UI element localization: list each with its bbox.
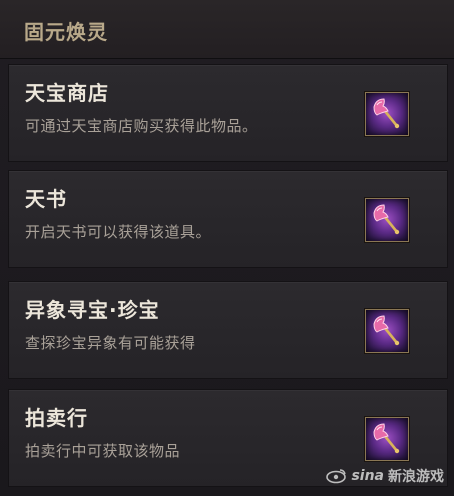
sina-games-watermark: sina 新浪游戏 — [325, 466, 444, 486]
source-item-tianbao-shop[interactable]: 天宝商店 可通过天宝商店购买获得此物品。 — [8, 64, 448, 162]
purple-axe-icon[interactable] — [365, 198, 409, 242]
watermark-text: 新浪游戏 — [388, 469, 444, 485]
panel-header: 固元焕灵 — [0, 0, 454, 59]
source-item-title: 异象寻宝·珍宝 — [25, 298, 160, 322]
purple-axe-icon[interactable] — [365, 417, 409, 461]
source-item-description: 拍卖行中可获取该物品 — [25, 442, 181, 460]
source-item-description: 查探珍宝异象有可能获得 — [25, 334, 196, 352]
source-item-title: 拍卖行 — [25, 406, 88, 430]
purple-axe-icon[interactable] — [365, 309, 409, 353]
purple-axe-icon[interactable] — [365, 92, 409, 136]
watermark-brand: sina — [351, 468, 384, 484]
source-item-treasure-hunt[interactable]: 异象寻宝·珍宝 查探珍宝异象有可能获得 — [8, 281, 448, 379]
item-source-panel: 固元焕灵 天宝商店 可通过天宝商店购买获得此物品。 天书 开启天书可以获得该道具… — [0, 0, 454, 496]
item-name-title: 固元焕灵 — [24, 20, 108, 44]
source-item-tianshu[interactable]: 天书 开启天书可以获得该道具。 — [8, 170, 448, 268]
source-item-description: 可通过天宝商店购买获得此物品。 — [25, 117, 258, 135]
source-item-description: 开启天书可以获得该道具。 — [25, 223, 212, 241]
source-item-title: 天宝商店 — [25, 81, 109, 105]
sina-eye-logo-icon — [326, 469, 347, 484]
source-item-title: 天书 — [25, 187, 67, 211]
